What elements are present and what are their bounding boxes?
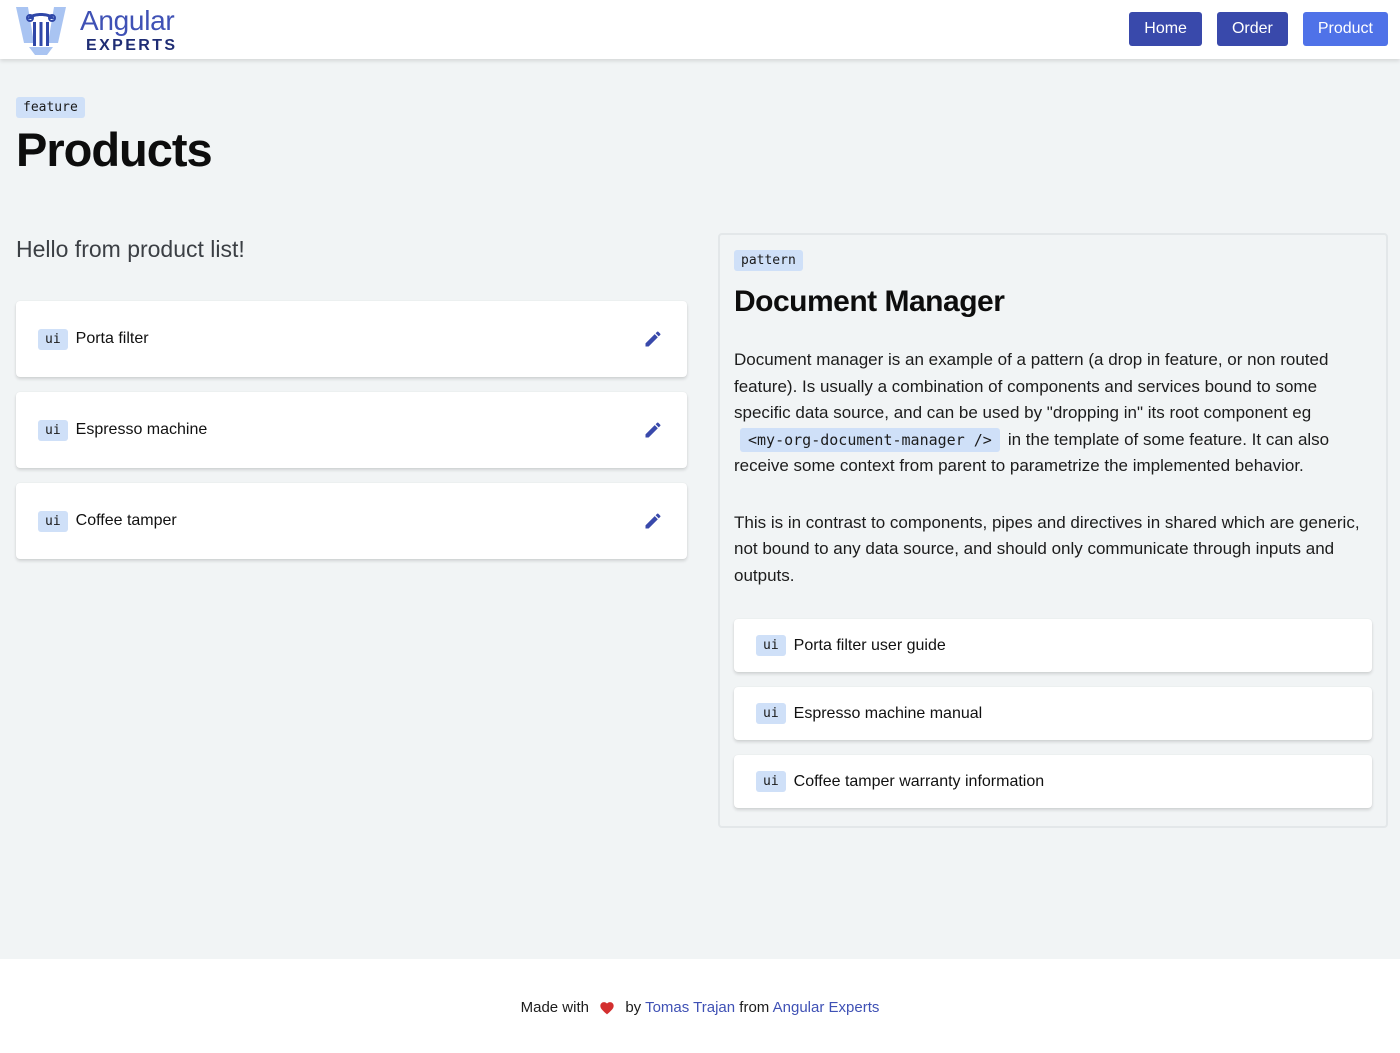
app-header: Angular EXPERTS Home Order Product	[0, 0, 1400, 59]
document-item[interactable]: ui Coffee tamper warranty information	[734, 755, 1372, 808]
product-list: ui Porta filter ui Espresso machine ui C…	[16, 301, 687, 559]
page-footer: Made with by Tomas Trajan from Angular E…	[0, 959, 1400, 1053]
product-item[interactable]: ui Espresso machine	[16, 392, 687, 468]
ui-tag: ui	[756, 771, 786, 792]
heart-icon	[600, 1002, 614, 1015]
logo-text-angular: Angular	[80, 4, 175, 36]
product-item[interactable]: ui Porta filter	[16, 301, 687, 377]
document-name: Porta filter user guide	[793, 636, 946, 654]
angular-experts-link[interactable]: Angular Experts	[773, 999, 880, 1016]
column-pillar-icon	[16, 7, 66, 55]
footer-from: from	[739, 999, 770, 1016]
document-name: Coffee tamper warranty information	[793, 772, 1045, 790]
product-name: Espresso machine	[75, 421, 208, 438]
ui-tag: ui	[756, 635, 786, 656]
angular-experts-logo[interactable]: Angular EXPERTS	[14, 3, 178, 57]
logo-text-experts: EXPERTS	[86, 36, 178, 54]
author-link[interactable]: Tomas Trajan	[645, 999, 735, 1016]
description-text: Document manager is an example of a patt…	[734, 350, 1329, 422]
footer-by: by	[625, 999, 642, 1016]
edit-button[interactable]	[641, 327, 665, 351]
component-selector-code: <my-org-document-manager />	[740, 427, 1000, 452]
product-list-greeting: Hello from product list!	[16, 236, 245, 262]
ui-tag: ui	[38, 328, 68, 350]
product-item[interactable]: ui Coffee tamper	[16, 483, 687, 559]
nav-product-button[interactable]: Product	[1302, 12, 1388, 46]
document-manager-title: Document Manager	[734, 285, 1005, 318]
ui-tag: ui	[38, 419, 68, 441]
footer-made-with: Made with	[520, 999, 589, 1016]
nav-order-button[interactable]: Order	[1216, 12, 1288, 46]
edit-button[interactable]	[641, 509, 665, 533]
pencil-edit-icon	[645, 331, 661, 347]
footer-credits: Made with by Tomas Trajan from Angular E…	[521, 999, 880, 1053]
product-list-section: Hello from product list! ui Porta filter…	[16, 236, 687, 559]
feature-tag: feature	[16, 97, 85, 118]
main-nav: Home Order Product	[1129, 12, 1388, 46]
ui-tag: ui	[756, 703, 786, 724]
document-item[interactable]: ui Espresso machine manual	[734, 687, 1372, 740]
product-name: Coffee tamper	[75, 512, 177, 529]
document-name: Espresso machine manual	[793, 704, 983, 722]
nav-home-button[interactable]: Home	[1129, 12, 1202, 46]
edit-button[interactable]	[641, 418, 665, 442]
pencil-edit-icon	[645, 422, 661, 438]
product-name: Porta filter	[75, 330, 149, 347]
pencil-edit-icon	[645, 513, 661, 529]
document-manager-panel: pattern Document Manager Document manage…	[718, 233, 1388, 828]
page-title: Products	[16, 123, 213, 176]
ui-tag: ui	[38, 510, 68, 532]
pattern-description: Document manager is an example of a patt…	[734, 347, 1372, 480]
document-list: ui Porta filter user guide ui Espresso m…	[734, 619, 1372, 808]
pattern-contrast-text: This is in contrast to components, pipes…	[734, 512, 1360, 585]
document-item[interactable]: ui Porta filter user guide	[734, 619, 1372, 672]
pattern-tag: pattern	[734, 250, 803, 271]
